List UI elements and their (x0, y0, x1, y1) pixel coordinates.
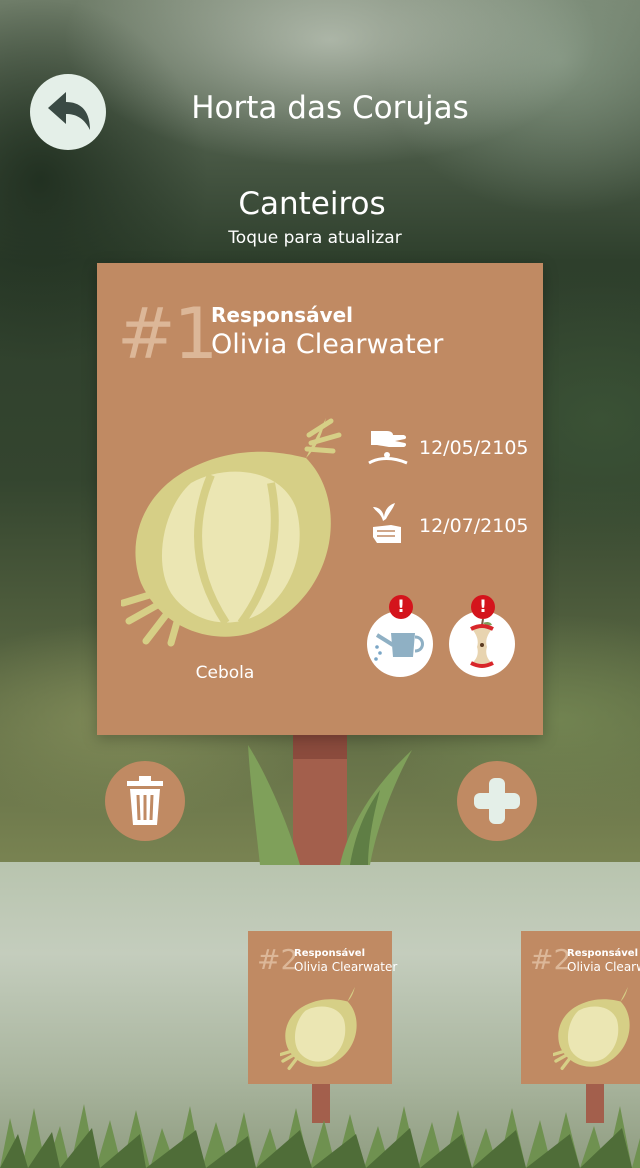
water-alert-badge: ! (389, 595, 413, 619)
refresh-hint[interactable]: Toque para atualizar (0, 228, 630, 248)
compost-button[interactable] (449, 611, 515, 677)
add-bed-button[interactable] (457, 761, 537, 841)
preview-onion-icon (553, 986, 630, 1070)
apple-core-icon (470, 619, 494, 668)
preview-bed-number: #2 (257, 943, 299, 976)
grass-tuft (248, 745, 412, 865)
onion-icon (121, 418, 342, 647)
bed-preview-card[interactable]: #2 Responsável Olivia Clearwater (521, 931, 640, 1084)
planting-hand-icon (368, 431, 408, 465)
harvest-hand-icon (373, 503, 401, 543)
planting-date: 12/05/2105 (419, 437, 529, 459)
preview-responsible-name: Olivia Clearwater (567, 960, 640, 974)
preview-responsible-label: Responsável (294, 948, 366, 959)
back-arrow-icon (48, 92, 90, 130)
delete-bed-button[interactable] (105, 761, 185, 841)
compost-alert-badge: ! (471, 595, 495, 619)
preview-responsible-label: Responsável (567, 948, 639, 959)
preview-onion-icon (280, 986, 357, 1070)
bed-number: #1 (117, 293, 218, 375)
plus-icon (474, 778, 520, 824)
app-title: Horta das Corujas (191, 90, 469, 126)
water-button[interactable] (367, 611, 433, 677)
section-title: Canteiros (238, 186, 386, 222)
watering-can-icon (374, 633, 424, 661)
trash-icon (127, 776, 163, 825)
back-button[interactable] (30, 74, 106, 150)
responsible-name: Olivia Clearwater (211, 329, 444, 360)
preview-bed-number: #2 (530, 943, 572, 976)
harvest-date: 12/07/2105 (419, 515, 529, 537)
foreground-grass (0, 1104, 640, 1168)
vegetable-name: Cebola (195, 663, 255, 683)
bed-card[interactable]: #1 Responsável Olivia Clearwater Cebola … (97, 263, 543, 735)
preview-responsible-name: Olivia Clearwater (294, 960, 398, 974)
responsible-label: Responsável (211, 303, 354, 327)
bed-preview-card[interactable]: #2 Responsável Olivia Clearwater (248, 931, 397, 1084)
